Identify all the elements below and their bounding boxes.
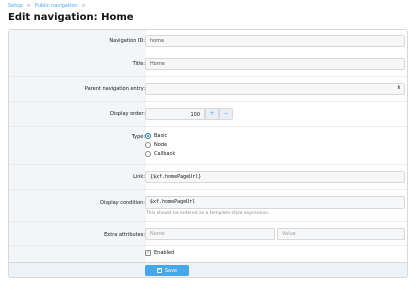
breadcrumb-separator: > (81, 3, 86, 9)
divider (9, 245, 407, 246)
enabled-checkbox[interactable]: ✓ Enabled (145, 250, 174, 256)
title-input[interactable]: Home (145, 58, 405, 70)
display-condition-hint: This should be entered as a template-sty… (146, 211, 270, 216)
type-option-callback[interactable]: Callback (145, 151, 175, 157)
type-option-label: Basic (154, 133, 168, 139)
divider (9, 101, 407, 102)
enabled-label: Enabled (154, 250, 175, 256)
display-order-increment-button[interactable]: + (205, 108, 219, 120)
edit-form-panel: Navigation ID: home Title: Home Parent n… (8, 29, 408, 278)
navigation-id-label: Navigation ID: (109, 38, 145, 44)
save-icon (156, 268, 162, 273)
title-label: Title: (132, 61, 145, 67)
checkbox-checked-icon: ✓ (145, 249, 151, 256)
type-option-label: Callback (154, 151, 176, 157)
save-button[interactable]: Save (145, 265, 189, 276)
radio-checked-icon (145, 133, 151, 139)
display-order-input[interactable]: 100 (145, 108, 205, 120)
parent-entry-select[interactable]: ⬍ (145, 83, 405, 95)
navigation-id-input[interactable]: home (145, 35, 405, 47)
extra-attributes-label: Extra attributes: (104, 232, 145, 238)
display-order-label: Display order: (110, 111, 145, 117)
display-condition-input[interactable]: $xf.homePageUrl (145, 196, 405, 209)
divider (9, 221, 407, 222)
form-label-column (9, 30, 146, 262)
form-footer: Save (9, 262, 407, 277)
divider (9, 126, 407, 127)
link-input[interactable]: {$xf.homePageUrl} (145, 171, 405, 183)
form-body: Navigation ID: home Title: Home Parent n… (9, 30, 407, 262)
breadcrumb: Setup > Public navigation > (8, 3, 86, 9)
divider (9, 189, 407, 190)
type-option-label: Node (154, 142, 168, 148)
breadcrumb-item-public-navigation[interactable]: Public navigation (35, 3, 78, 9)
parent-entry-label: Parent navigation entry: (84, 86, 145, 92)
save-button-label: Save (164, 267, 178, 274)
page-title: Edit navigation: Home (8, 12, 134, 23)
display-order-decrement-button[interactable]: − (219, 108, 233, 120)
type-option-basic[interactable]: Basic (145, 133, 167, 139)
display-condition-label: Display condition: (100, 200, 145, 206)
link-label: Link: (133, 174, 145, 180)
radio-icon (145, 142, 151, 148)
breadcrumb-separator: > (26, 3, 31, 9)
radio-icon (145, 151, 151, 157)
type-label: Type: (131, 134, 145, 140)
extra-attribute-name-input[interactable]: Name (145, 228, 275, 240)
divider (9, 76, 407, 77)
type-option-node[interactable]: Node (145, 142, 167, 148)
select-arrow-icon: ⬍ (396, 85, 401, 91)
breadcrumb-item-setup[interactable]: Setup (8, 3, 23, 9)
extra-attribute-value-input[interactable]: Value (277, 228, 405, 240)
divider (9, 164, 407, 165)
